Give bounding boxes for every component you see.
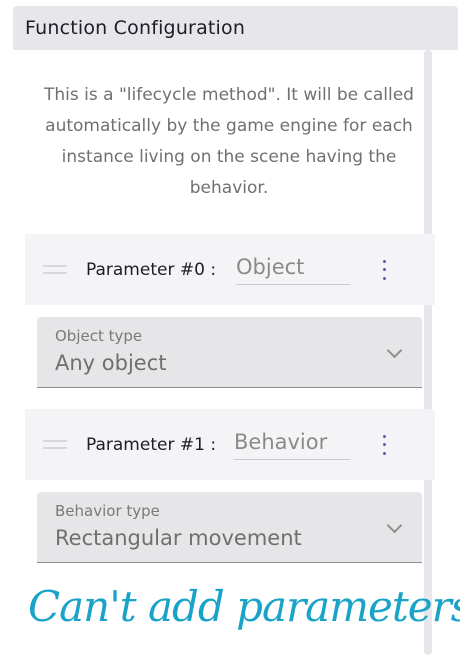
- parameter-name-input[interactable]: Behavior: [234, 429, 350, 460]
- function-description: This is a "lifecycle method". It will be…: [44, 85, 414, 198]
- handwritten-annotation: Can't add parameters: [28, 582, 460, 631]
- select-label: Behavior type: [55, 502, 160, 520]
- object-type-select[interactable]: Object type Any object: [37, 317, 422, 388]
- parameter-name-input[interactable]: Object: [236, 254, 350, 285]
- chevron-down-icon: [386, 517, 403, 534]
- panel-title: Function Configuration: [25, 17, 246, 39]
- parameter-label: Parameter #1 :: [86, 434, 217, 455]
- parameter-label: Parameter #0 :: [86, 259, 217, 280]
- more-vert-icon[interactable]: [381, 259, 387, 280]
- more-vert-icon[interactable]: [381, 434, 387, 455]
- drag-handle-icon[interactable]: [43, 440, 67, 449]
- select-value: Rectangular movement: [55, 526, 302, 550]
- parameter-row-1: Parameter #1 : Behavior: [25, 409, 435, 480]
- select-label: Object type: [55, 327, 143, 345]
- select-value: Any object: [55, 351, 167, 375]
- panel-header: Function Configuration: [13, 6, 458, 50]
- drag-handle-icon[interactable]: [43, 265, 67, 274]
- scrollbar[interactable]: [424, 50, 432, 655]
- parameter-row-0: Parameter #0 : Object: [25, 234, 435, 305]
- chevron-down-icon: [386, 342, 403, 359]
- behavior-type-select[interactable]: Behavior type Rectangular movement: [37, 492, 422, 563]
